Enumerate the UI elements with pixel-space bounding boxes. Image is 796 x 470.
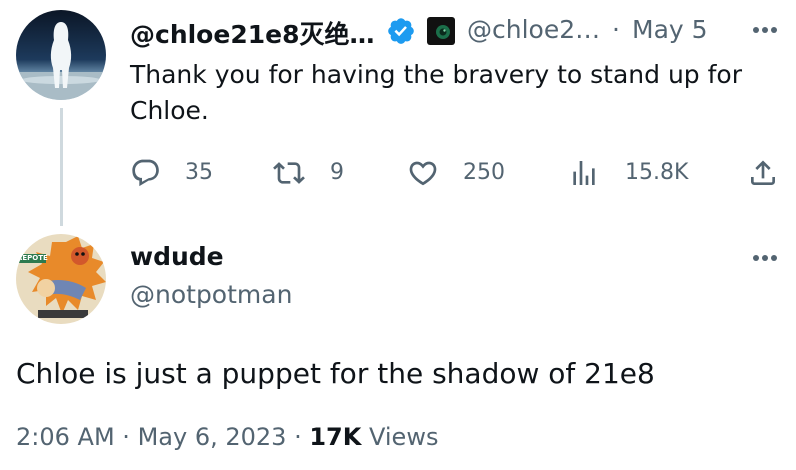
tweet-meta: 2:06 AM · May 6, 2023 · 17K Views <box>16 423 438 451</box>
avatar-wdude[interactable]: REPOTE <box>16 234 106 324</box>
meta-separator: · <box>122 423 130 451</box>
tweet-date[interactable]: May 5 <box>632 15 708 44</box>
views-label: Views <box>369 423 439 451</box>
tweet-full-date[interactable]: May 6, 2023 <box>138 423 287 451</box>
verified-badge-icon <box>386 16 416 46</box>
handle-chloe[interactable]: @chloe2… <box>467 15 600 44</box>
views-count: 15.8K <box>625 160 689 185</box>
retweet-count: 9 <box>330 160 344 185</box>
like-icon <box>407 157 439 189</box>
retweet-button[interactable]: 9 <box>273 153 363 193</box>
reply-count: 35 <box>185 160 213 185</box>
display-name-chloe[interactable]: @chloe21e8灭绝… <box>130 15 374 51</box>
views-button[interactable]: 15.8K <box>568 153 698 193</box>
display-name-wdude[interactable]: wdude <box>130 242 224 271</box>
tweet-text-chloe: Thank you for having the bravery to stan… <box>130 60 742 125</box>
retweet-icon <box>273 157 305 189</box>
meta-separator: · <box>294 423 302 451</box>
views-icon <box>568 157 600 189</box>
tweet-time[interactable]: 2:06 AM <box>16 423 115 451</box>
affiliate-badge-icon[interactable] <box>427 17 455 45</box>
more-icon[interactable] <box>748 20 782 40</box>
tweet-text-wdude: Chloe is just a puppet for the shadow of… <box>16 357 655 390</box>
like-count: 250 <box>463 160 505 185</box>
like-button[interactable]: 250 <box>407 153 517 193</box>
reply-button[interactable]: 35 <box>130 153 240 193</box>
avatar-sign-text: REPOTE <box>17 254 48 262</box>
more-icon[interactable] <box>748 248 782 268</box>
share-icon[interactable] <box>747 157 779 189</box>
reply-icon <box>130 157 162 189</box>
thread-connector-line <box>60 108 63 226</box>
handle-wdude[interactable]: @notpotman <box>130 280 292 309</box>
date-separator: · <box>612 15 620 44</box>
views-total: 17K <box>309 423 362 451</box>
avatar-chloe[interactable] <box>16 10 106 100</box>
